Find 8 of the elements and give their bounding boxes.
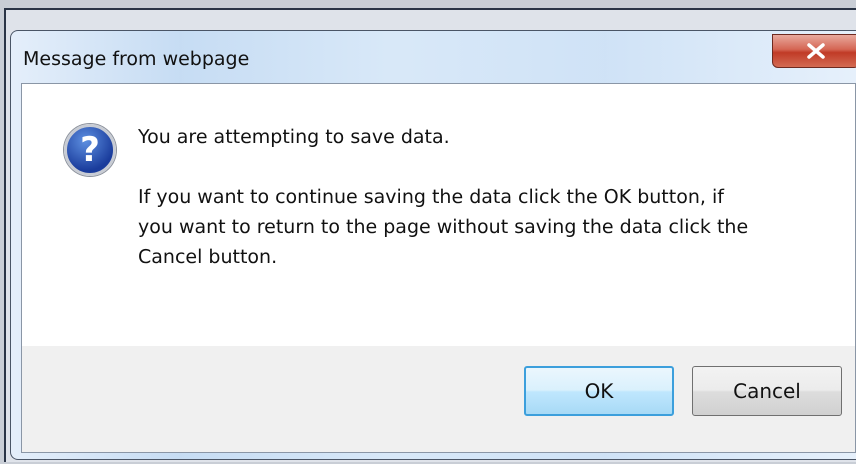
window-title: Message from webpage [23,48,250,70]
question-icon: ? [64,124,116,176]
close-button[interactable] [772,34,856,68]
dialog-button[interactable]: Cancel [692,366,842,416]
message-text: If you want to continue saving the data click the OK button, if you want to return to the page without saving the data click the Cancel button. [138,185,750,270]
dialog-button[interactable]: OK [524,366,674,416]
message-text: You are attempting to save data. [138,125,451,150]
close-icon [807,43,825,59]
